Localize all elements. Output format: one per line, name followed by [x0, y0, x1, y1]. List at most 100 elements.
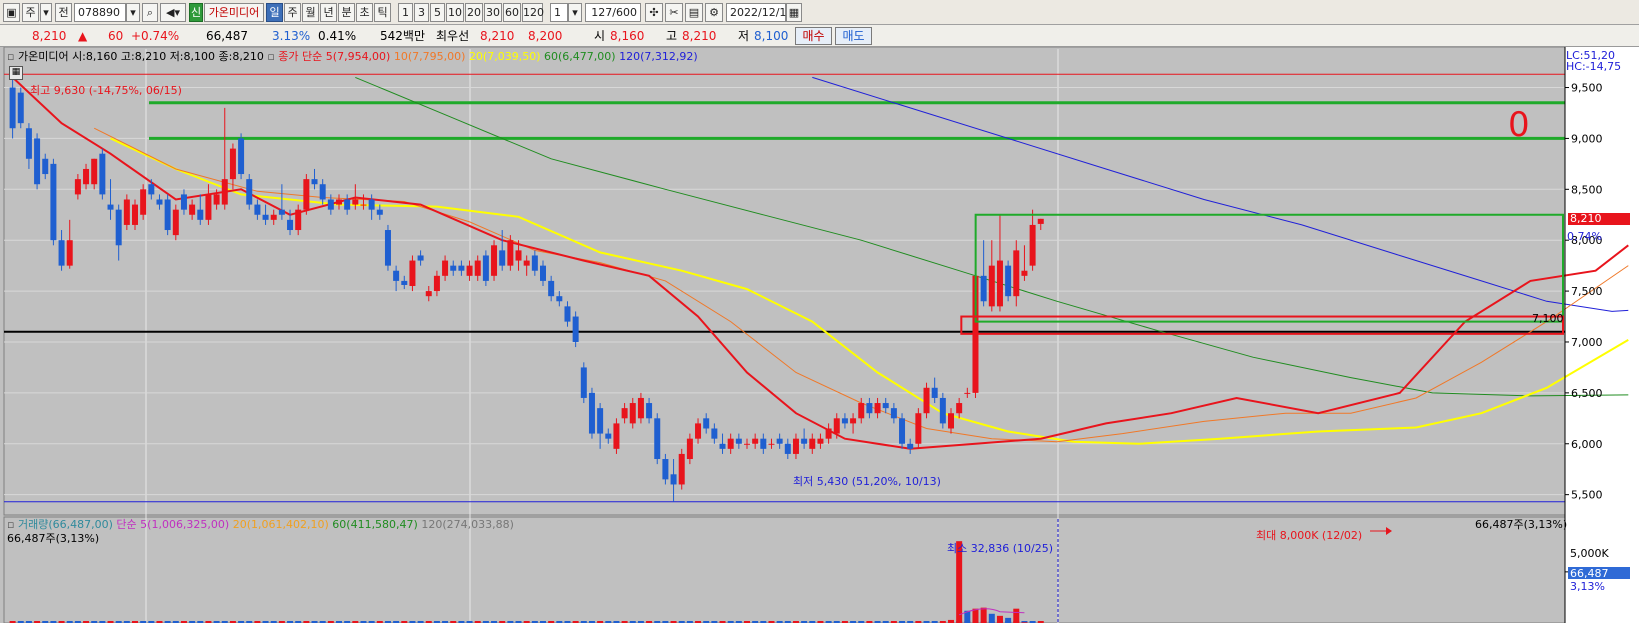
candle-body: [221, 179, 228, 205]
current-price: 8,210: [32, 29, 67, 43]
candle[interactable]: [915, 408, 922, 449]
code-input[interactable]: 078890: [74, 3, 126, 22]
candle-body: [189, 204, 196, 215]
candle[interactable]: [50, 158, 57, 246]
candle-body: [164, 199, 171, 231]
candle[interactable]: [678, 448, 685, 490]
period-type-label: 주: [25, 6, 36, 19]
candle-body: [858, 403, 865, 419]
period-tab[interactable]: 월: [302, 3, 319, 22]
candle-body: [466, 265, 473, 276]
calendar-icon[interactable]: ▦: [786, 3, 802, 22]
candle[interactable]: [34, 133, 41, 190]
volume-bar[interactable]: [1013, 608, 1020, 623]
candle[interactable]: [491, 240, 498, 281]
candle[interactable]: [580, 362, 587, 404]
y-tick-label: 6,000: [1571, 438, 1603, 451]
calculator-icon[interactable]: ▦: [9, 66, 23, 80]
candle-body: [499, 250, 506, 266]
period-tab[interactable]: 일: [266, 3, 283, 22]
period-tab[interactable]: 년: [320, 3, 337, 22]
volume-bar[interactable]: [988, 613, 995, 623]
buy-button[interactable]: 매수: [795, 27, 832, 45]
candle-body: [801, 438, 808, 444]
candle[interactable]: [1005, 260, 1012, 302]
candle[interactable]: [303, 174, 310, 215]
period-type-select[interactable]: 주: [22, 3, 39, 22]
interval-button[interactable]: 30: [484, 3, 502, 22]
candle[interactable]: [507, 235, 514, 271]
save-icon[interactable]: ▤: [685, 3, 703, 22]
candle[interactable]: [238, 133, 245, 180]
scissors-icon[interactable]: ✂: [665, 3, 683, 22]
candle[interactable]: [140, 184, 147, 220]
price-chart[interactable]: 9,5009,0008,5008,0007,5007,0006,5006,000…: [0, 47, 1639, 623]
candle[interactable]: [99, 148, 106, 200]
candle[interactable]: [164, 194, 171, 236]
period-tab[interactable]: 분: [338, 3, 355, 22]
interval-button[interactable]: 10: [446, 3, 464, 22]
period-tab[interactable]: 초: [356, 3, 373, 22]
candle-body: [417, 255, 424, 261]
candle[interactable]: [172, 204, 179, 241]
interval-button[interactable]: 20: [465, 3, 483, 22]
period-tab[interactable]: 주: [284, 3, 301, 22]
interval-button[interactable]: 3: [414, 3, 429, 22]
volume-bar[interactable]: [972, 608, 979, 623]
interval-button[interactable]: 1: [398, 3, 413, 22]
candle[interactable]: [572, 311, 579, 348]
layout-icon[interactable]: ▣: [3, 3, 20, 22]
candle-body: [727, 438, 734, 449]
volume-current-left: 66,487주(3,13%): [7, 532, 100, 545]
interval-button[interactable]: 5: [430, 3, 445, 22]
candle[interactable]: [409, 255, 416, 292]
speaker-icon[interactable]: ◀▾: [160, 3, 186, 22]
candle-body: [254, 204, 261, 215]
candle-body: [597, 408, 604, 434]
legend-ma20: 20(7,039,50): [468, 50, 541, 63]
candle[interactable]: [899, 413, 906, 449]
volume-bar[interactable]: [980, 607, 987, 623]
candle[interactable]: [588, 387, 595, 439]
candle[interactable]: [123, 194, 130, 231]
date-input[interactable]: 2022/12/15: [726, 3, 793, 22]
count-field[interactable]: 127/600: [585, 3, 641, 22]
count-value: 127: [591, 6, 613, 19]
candle[interactable]: [654, 413, 661, 465]
interval-input[interactable]: 1: [550, 3, 568, 22]
volume-bar[interactable]: [1005, 617, 1012, 623]
interval-dropdown-icon[interactable]: ▾: [568, 3, 582, 22]
candle[interactable]: [384, 224, 391, 271]
candle[interactable]: [482, 250, 489, 286]
volume-tag: 66,487: [1568, 567, 1630, 580]
candle-body: [841, 418, 848, 424]
candle-body: [482, 255, 489, 281]
crosshair-icon[interactable]: ✣: [645, 3, 663, 22]
candle-body: [50, 163, 57, 241]
code-dropdown-icon[interactable]: ▾: [126, 3, 140, 22]
candle-body: [646, 403, 653, 419]
candle-body: [523, 260, 530, 266]
candle[interactable]: [17, 87, 24, 129]
period-dropdown-icon[interactable]: ▾: [40, 3, 52, 22]
volume-bar[interactable]: [996, 615, 1003, 623]
candle-body: [531, 255, 538, 271]
candle[interactable]: [613, 418, 620, 454]
gear-icon[interactable]: ⚙: [705, 3, 723, 22]
candle[interactable]: [246, 174, 253, 210]
stock-name-field[interactable]: 가온미디어: [204, 3, 264, 22]
high-label: 고: [666, 29, 678, 43]
prev-label: 전: [58, 6, 69, 19]
prev-button[interactable]: 전: [55, 3, 72, 22]
sell-button[interactable]: 매도: [835, 27, 872, 45]
bid-price: 8,200: [528, 29, 563, 43]
interval-button[interactable]: 60: [503, 3, 521, 22]
interval-button[interactable]: 120: [522, 3, 544, 22]
period-tab[interactable]: 틱: [374, 3, 391, 22]
candle-body: [205, 194, 212, 220]
candle[interactable]: [939, 392, 946, 429]
candle-body: [507, 240, 514, 266]
candle[interactable]: [923, 382, 930, 419]
open-price: 8,160: [610, 29, 645, 43]
search-icon[interactable]: ⌕: [142, 3, 158, 22]
